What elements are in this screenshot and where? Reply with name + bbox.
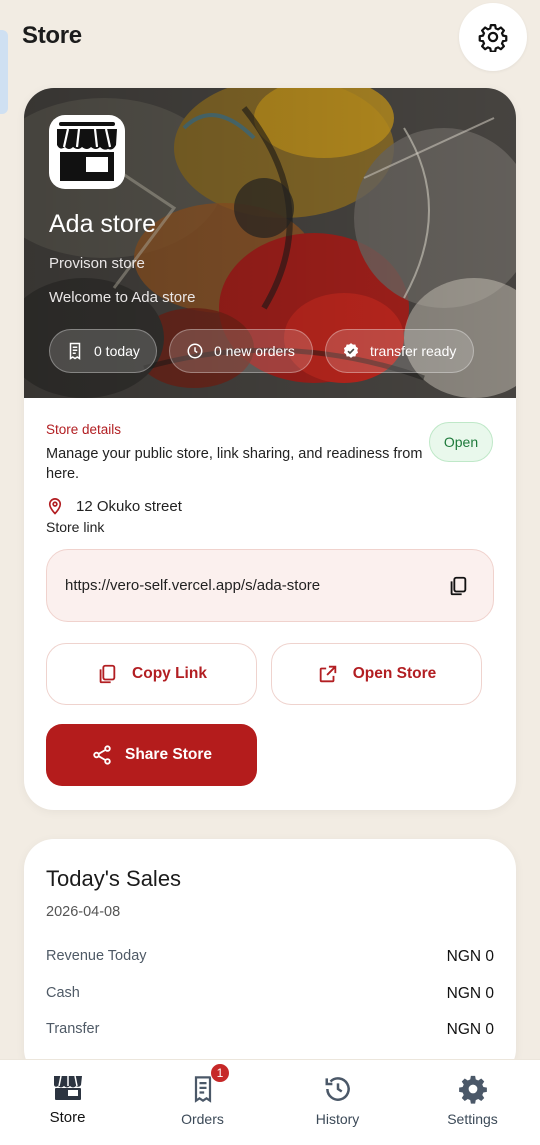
sales-row-transfer: Transfer NGN 0	[46, 1021, 494, 1039]
history-icon	[325, 1077, 350, 1101]
sales-row-value: NGN 0	[446, 1021, 494, 1038]
nav-item-orders[interactable]: 1 Orders	[135, 1060, 270, 1145]
chip-transfer-ready-label: transfer ready	[370, 343, 457, 359]
store-details-description: Manage your public store, link sharing, …	[46, 446, 423, 482]
sales-row-value: NGN 0	[446, 985, 494, 1002]
share-store-label: Share Store	[124, 746, 212, 763]
chip-today-label: 0 today	[94, 343, 140, 359]
nav-item-settings[interactable]: Settings	[405, 1060, 540, 1145]
chip-new-orders-label: 0 new orders	[214, 343, 295, 359]
bottom-navigation: Store 1 Orders History Settings	[0, 1059, 540, 1145]
copy-link-button[interactable]: Copy Link	[46, 643, 257, 705]
store-link-text: https://vero-self.vercel.app/s/ada-store	[65, 577, 321, 594]
receipt-icon	[69, 342, 81, 360]
location-pin-icon	[48, 498, 62, 515]
copy-icon[interactable]	[447, 575, 469, 597]
share-store-button[interactable]: Share Store	[46, 724, 257, 786]
nav-label-history: History	[315, 1111, 360, 1127]
clock-icon	[187, 343, 203, 359]
store-details-label: Store details	[46, 422, 122, 437]
store-address-text: 12 Okuko street	[76, 497, 182, 515]
sales-date: 2026-04-08	[46, 904, 121, 920]
store-card: Ada store Provison store Welcome to Ada …	[24, 88, 516, 810]
store-logo	[49, 115, 125, 189]
store-name: Ada store	[49, 210, 157, 238]
chip-new-orders: 0 new orders	[169, 329, 313, 373]
gear-icon	[458, 1075, 487, 1104]
nav-item-store[interactable]: Store	[0, 1060, 135, 1145]
verified-icon	[343, 343, 359, 358]
nav-label-settings: Settings	[447, 1111, 498, 1127]
sales-row-revenue: Revenue Today NGN 0	[46, 948, 494, 966]
copy-icon	[99, 664, 116, 684]
edge-tab[interactable]	[0, 30, 8, 114]
orders-count-badge: 1	[210, 1063, 230, 1083]
gear-icon	[478, 24, 508, 52]
sales-row-value: NGN 0	[446, 948, 494, 965]
share-icon	[93, 745, 111, 765]
nav-label-orders: Orders	[181, 1111, 224, 1127]
sales-row-cash: Cash NGN 0	[46, 985, 494, 1003]
store-hero: Ada store Provison store Welcome to Ada …	[24, 88, 516, 398]
nav-item-history[interactable]: History	[270, 1060, 405, 1145]
store-type: Provison store	[49, 255, 145, 272]
sales-row-label: Revenue Today	[46, 948, 147, 964]
external-link-icon	[319, 665, 336, 683]
sales-row-label: Cash	[46, 985, 80, 1001]
open-store-button[interactable]: Open Store	[271, 643, 482, 705]
store-address: 12 Okuko street	[46, 496, 182, 516]
store-link-label: Store link	[46, 519, 105, 535]
storefront-icon	[57, 122, 117, 181]
sales-title: Today's Sales	[46, 866, 182, 891]
store-icon	[53, 1075, 82, 1100]
nav-label-store: Store	[49, 1109, 86, 1126]
settings-button[interactable]	[459, 3, 527, 71]
store-welcome: Welcome to Ada store	[49, 289, 196, 306]
copy-link-label: Copy Link	[132, 665, 207, 682]
page-title: Store	[22, 22, 82, 49]
chip-transfer-ready: transfer ready	[325, 329, 474, 373]
sales-row-label: Transfer	[46, 1021, 100, 1037]
open-store-label: Open Store	[352, 665, 437, 682]
chip-today: 0 today	[49, 329, 157, 373]
store-link-field[interactable]: https://vero-self.vercel.app/s/ada-store	[46, 549, 494, 622]
status-badge: Open	[429, 422, 493, 462]
todays-sales-card: Today's Sales 2026-04-08 Revenue Today N…	[24, 839, 516, 1079]
